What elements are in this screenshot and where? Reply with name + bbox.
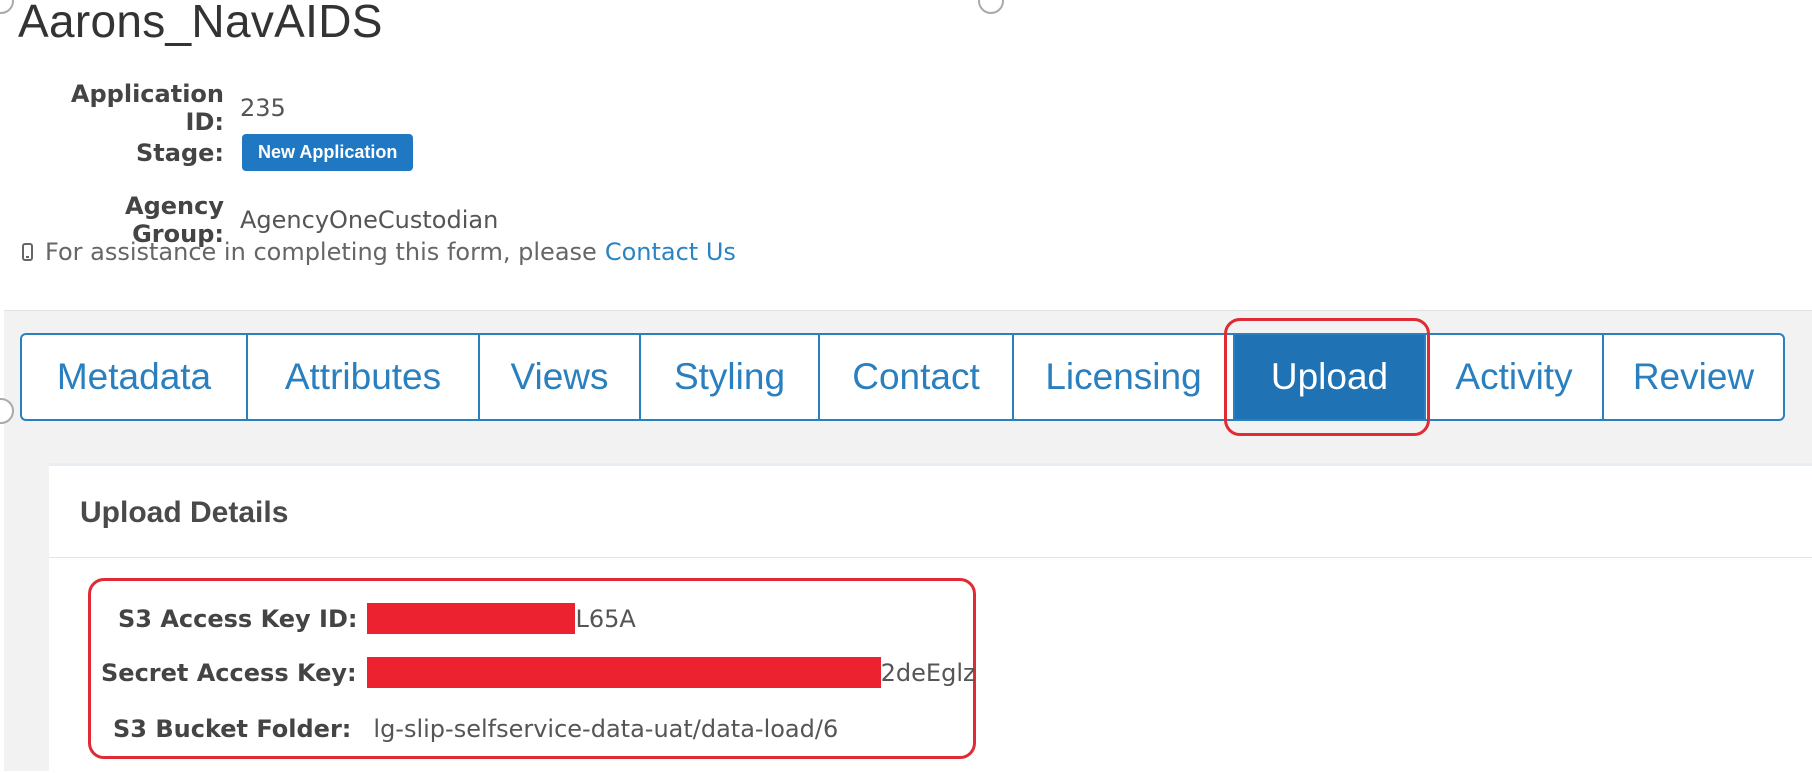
panel-divider: [49, 557, 1812, 558]
upload-tab-highlight: [1224, 318, 1430, 436]
tab-activity[interactable]: Activity: [1424, 333, 1602, 421]
tab-styling[interactable]: Styling: [639, 333, 818, 421]
resize-handle-icon[interactable]: [0, 0, 14, 14]
tab-contact[interactable]: Contact: [818, 333, 1012, 421]
application-id-label: Application ID:: [70, 80, 224, 136]
stage-badge: New Application: [242, 134, 414, 171]
stage-row: Stage: New Application: [32, 134, 414, 171]
stage-label: Stage:: [135, 138, 224, 167]
application-id-row: Application ID: 235: [32, 80, 286, 136]
bucket-folder-row: S3 Bucket Folder: lg-slip-selfservice-da…: [113, 715, 838, 743]
secret-key-redaction: [366, 657, 881, 688]
tab-licensing[interactable]: Licensing: [1012, 333, 1233, 421]
tab-bar: Metadata Attributes Views Styling Contac…: [20, 333, 1785, 421]
access-key-redaction: [367, 603, 576, 634]
application-title: Aarons_NavAIDS: [18, 0, 383, 47]
mobile-phone-icon: [22, 243, 33, 261]
access-key-value: L65A: [575, 604, 636, 633]
resize-handle-icon[interactable]: [978, 0, 1004, 14]
tab-metadata[interactable]: Metadata: [20, 333, 246, 421]
tab-review[interactable]: Review: [1602, 333, 1785, 421]
application-id-value: 235: [240, 94, 286, 122]
tab-attributes[interactable]: Attributes: [246, 333, 478, 421]
access-key-row: S3 Access Key ID: L65A: [118, 603, 636, 634]
assistance-text: For assistance in completing this form, …: [45, 238, 597, 266]
secret-key-label: Secret Access Key:: [101, 658, 357, 687]
contact-us-link[interactable]: Contact Us: [605, 238, 736, 266]
secret-key-row: Secret Access Key: 2deEglz: [101, 657, 976, 688]
assistance-note: For assistance in completing this form, …: [22, 238, 736, 266]
access-key-label: S3 Access Key ID:: [118, 604, 358, 633]
agency-group-value: AgencyOneCustodian: [240, 206, 499, 234]
upload-details-title: Upload Details: [80, 496, 289, 529]
secret-key-value: 2deEglz: [880, 658, 976, 687]
bucket-folder-value: lg-slip-selfservice-data-uat/data-load/6: [373, 715, 839, 743]
tab-views[interactable]: Views: [478, 333, 639, 421]
bucket-folder-label: S3 Bucket Folder:: [113, 715, 352, 743]
